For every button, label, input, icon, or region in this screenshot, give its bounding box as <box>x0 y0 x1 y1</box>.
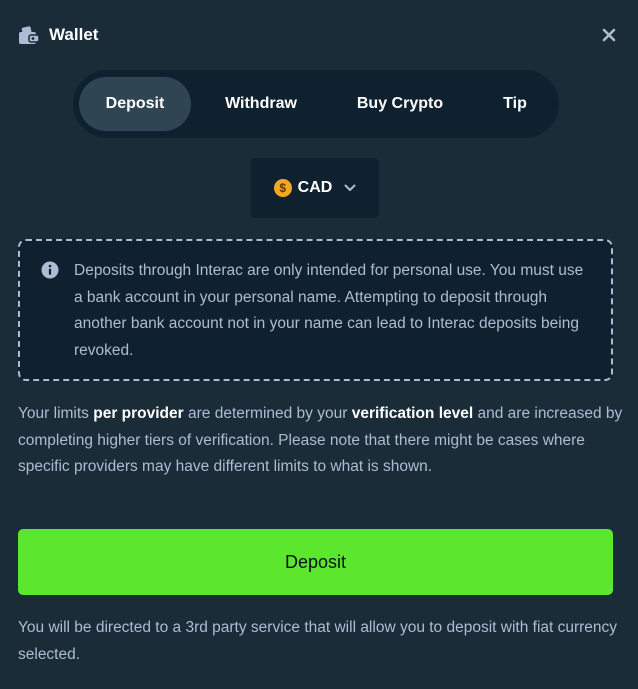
tab-tip[interactable]: Tip <box>475 77 555 131</box>
limits-info: Your limits per provider are determined … <box>18 401 623 481</box>
limits-text-1: Your limits <box>18 405 94 422</box>
tab-withdraw[interactable]: Withdraw <box>201 77 321 131</box>
currency-code: CAD <box>297 179 333 196</box>
interac-notice: Deposits through Interac are only intend… <box>18 239 613 381</box>
wallet-tabs: Deposit Withdraw Buy Crypto Tip <box>73 70 559 138</box>
modal-header: Wallet <box>18 22 620 48</box>
limits-text-2: are determined by your <box>183 405 352 422</box>
currency-select[interactable]: $ CAD <box>251 158 379 218</box>
wallet-icon <box>18 24 40 46</box>
tab-deposit[interactable]: Deposit <box>79 77 191 131</box>
info-icon <box>41 261 59 279</box>
limits-verification-level: verification level <box>351 405 474 422</box>
footer-note: You will be directed to a 3rd party serv… <box>18 619 618 663</box>
coin-icon: $ <box>273 179 292 197</box>
tab-buy-crypto[interactable]: Buy Crypto <box>335 77 465 131</box>
modal-title: Wallet <box>49 25 99 44</box>
close-icon <box>602 28 616 42</box>
limits-per-provider: per provider <box>93 405 184 422</box>
chevron-down-icon <box>344 184 356 191</box>
deposit-button[interactable]: Deposit <box>18 529 613 595</box>
wallet-modal: Wallet Deposit Withdraw Buy Crypto Tip $… <box>0 0 638 689</box>
notice-text: Deposits through Interac are only intend… <box>74 262 584 360</box>
close-button[interactable] <box>598 24 620 46</box>
